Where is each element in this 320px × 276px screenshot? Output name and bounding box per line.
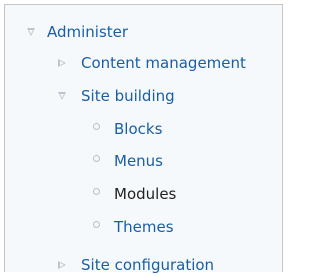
collapsed-triangle-icon[interactable]: [55, 52, 69, 74]
menu-label-site-building[interactable]: Site building: [81, 85, 175, 107]
menu-label-themes[interactable]: Themes: [114, 216, 174, 238]
admin-menu-panel: Administer Content management Site build…: [4, 4, 283, 274]
collapsed-triangle-icon[interactable]: [55, 254, 69, 276]
menu-label-administer[interactable]: Administer: [47, 21, 128, 43]
bullet-circle-icon: [89, 216, 103, 238]
menu-label-blocks[interactable]: Blocks: [114, 118, 162, 140]
menu-label-site-configuration[interactable]: Site configuration: [81, 254, 214, 276]
expanded-triangle-icon[interactable]: [24, 21, 38, 43]
bullet-circle-icon: [89, 118, 103, 140]
expanded-triangle-icon[interactable]: [55, 85, 69, 107]
menu-label-modules[interactable]: Modules: [114, 183, 176, 205]
bullet-circle-icon: [89, 183, 103, 205]
bullet-circle-icon: [89, 150, 103, 172]
menu-label-menus[interactable]: Menus: [114, 150, 163, 172]
menu-label-content-management[interactable]: Content management: [81, 52, 246, 74]
